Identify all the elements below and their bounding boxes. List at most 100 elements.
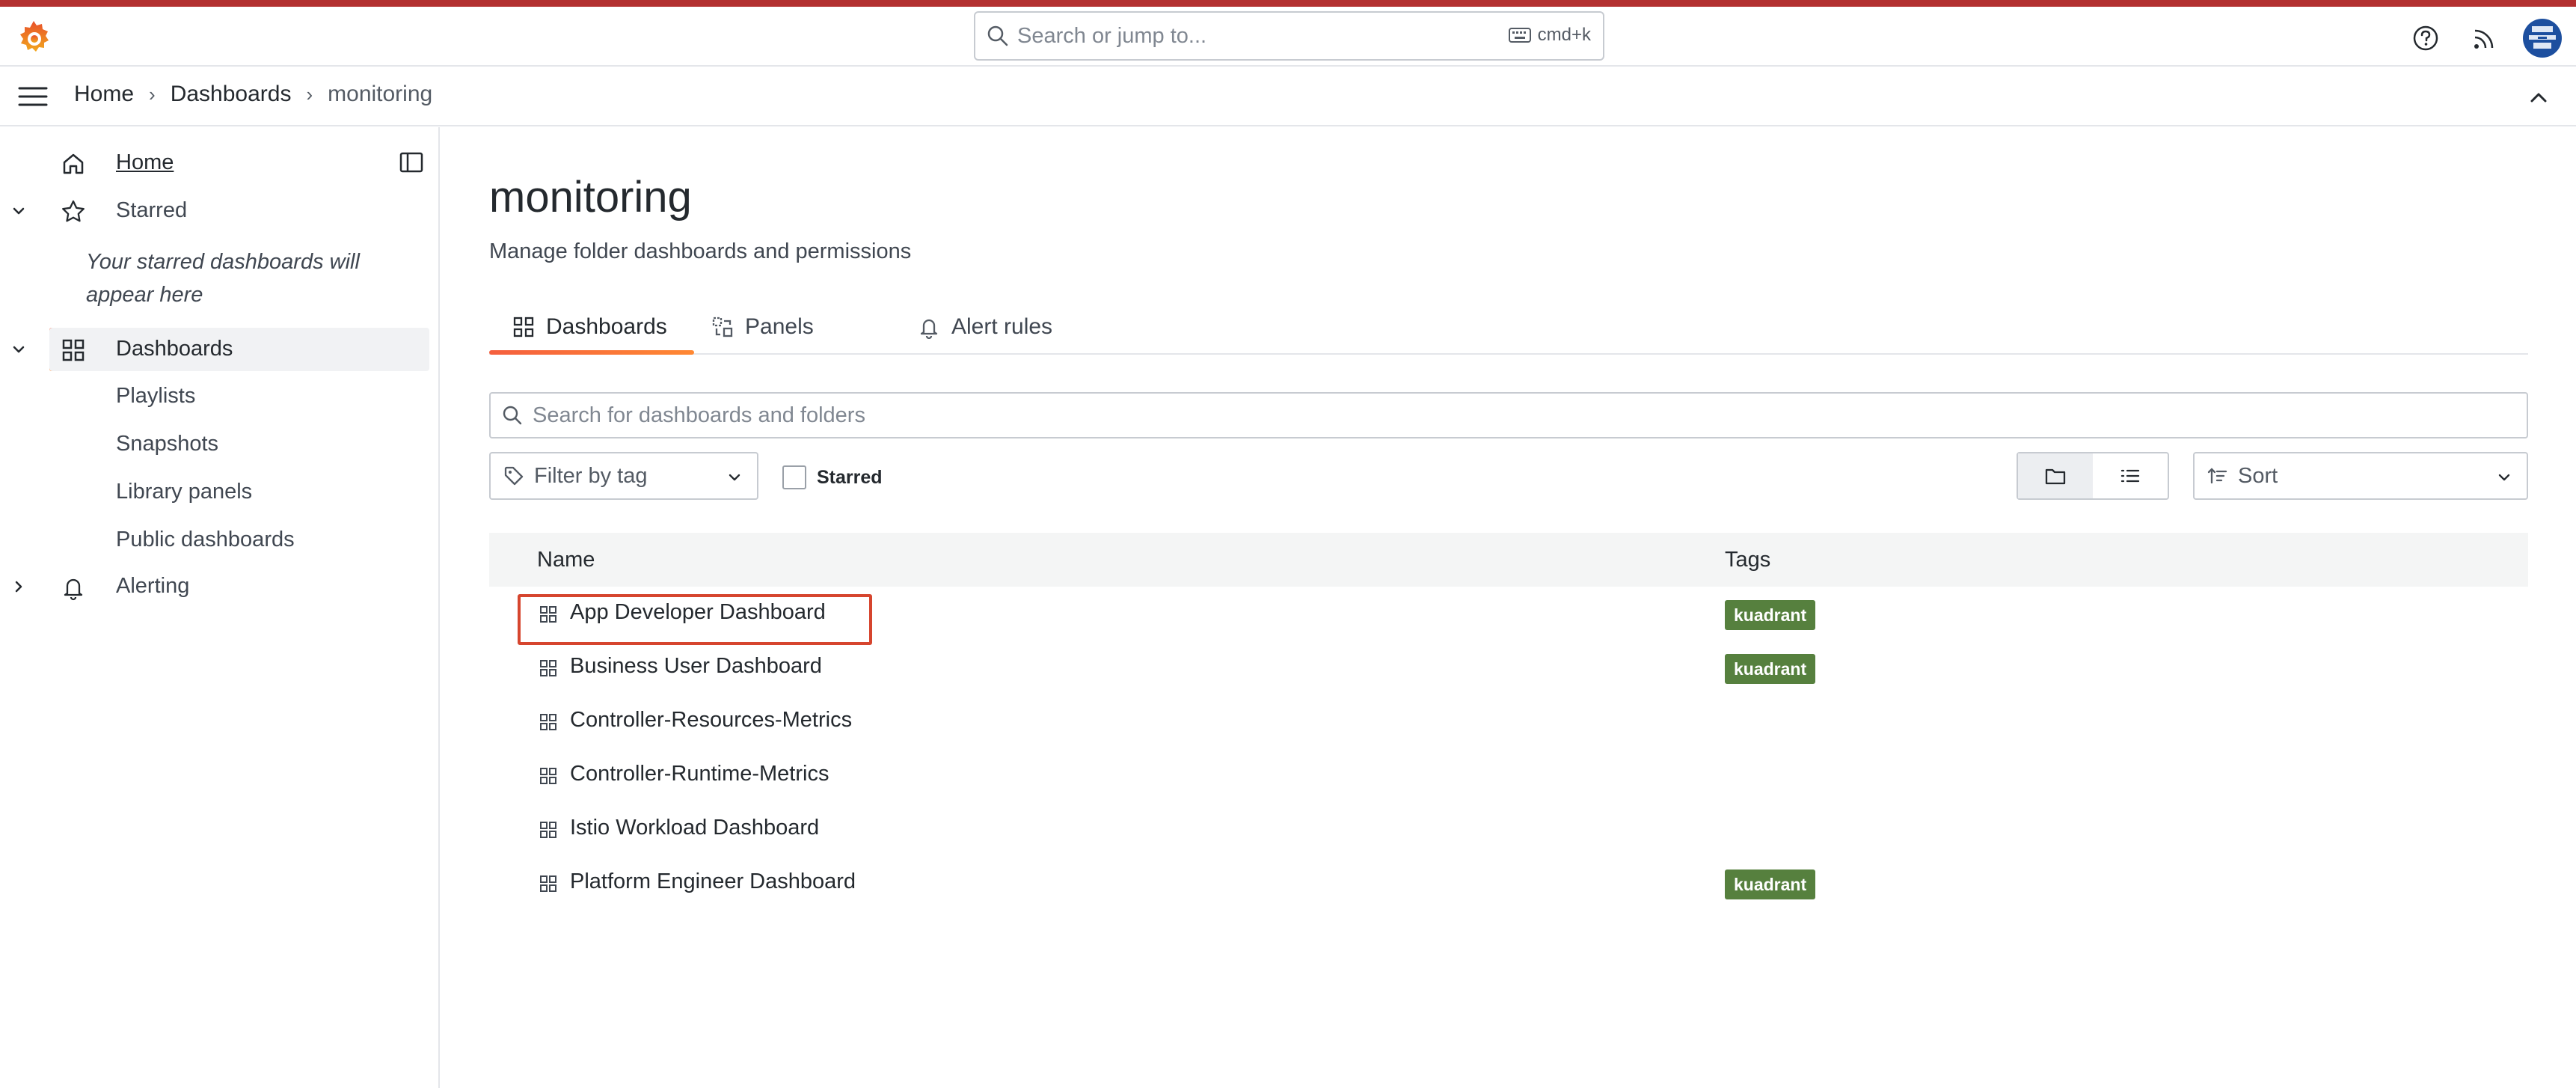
sidebar-item-library-panels[interactable]: Library panels [116,480,252,504]
sidebar-item-public-dashboards[interactable]: Public dashboards [116,528,295,552]
dashboard-grid-icon [540,714,556,730]
column-header-tags: Tags [1725,548,1771,572]
filter-by-tag-select[interactable]: Filter by tag [489,452,758,500]
bell-icon [64,578,83,601]
page-title: monitoring [489,173,692,221]
global-search-input[interactable] [1017,17,1481,55]
tag-badge[interactable]: kuadrant [1725,654,1816,684]
tab-panels[interactable]: Panels [711,299,814,355]
breadcrumb-dashboards[interactable]: Dashboards [171,82,292,107]
breadcrumb: Home › Dashboards › monitoring [74,82,432,107]
tab-label: Dashboards [546,314,667,339]
dashboard-grid-icon [540,660,556,676]
sidebar-nav: Home Starred Your starred dashboards wil… [0,127,440,1088]
starred-checkbox[interactable] [782,465,806,489]
dock-menu-icon[interactable] [399,150,424,175]
folder-tabs: Dashboards Panels Alert rules [489,299,2528,355]
folder-view-button[interactable] [2018,453,2093,498]
chevron-up-icon[interactable] [2525,85,2552,111]
panels-icon [712,317,733,337]
active-tab-underline [489,350,694,355]
sidebar-item-label: Alerting [116,574,190,598]
sort-select[interactable]: Sort [2193,452,2528,500]
table-row[interactable]: Business User Dashboard kuadrant [489,641,2528,694]
chevron-right-icon[interactable] [9,577,28,596]
tab-label: Panels [745,314,814,339]
tab-alert-rules[interactable]: Alert rules [917,299,1052,355]
breadcrumb-separator-icon: › [149,82,156,106]
avatar-pattern-icon [2529,26,2556,49]
sidebar-item-snapshots[interactable]: Snapshots [116,432,218,456]
column-header-name: Name [537,548,595,572]
hamburger-menu-icon[interactable] [16,83,49,110]
shortcut-hint: cmd+k [1508,25,1591,46]
tag-badge[interactable]: kuadrant [1725,870,1816,899]
shortcut-text: cmd+k [1537,25,1591,45]
dashboard-search[interactable] [489,392,2528,438]
home-icon [63,153,84,174]
search-icon [503,406,522,425]
table-row[interactable]: Controller-Runtime-Metrics [489,748,2528,802]
global-search[interactable]: cmd+k [974,11,1604,61]
sidebar-item-alerting[interactable]: Alerting [0,565,429,608]
dashboard-name-link[interactable]: Platform Engineer Dashboard [570,870,856,894]
tag-badge[interactable]: kuadrant [1725,600,1816,630]
tab-label: Alert rules [951,314,1053,339]
user-avatar[interactable] [2523,19,2562,58]
table-row[interactable]: Platform Engineer Dashboard kuadrant [489,856,2528,910]
chevron-down-icon[interactable] [9,340,28,359]
filter-by-tag-label: Filter by tag [534,463,648,488]
breadcrumb-separator-icon: › [306,82,313,106]
page-subtitle: Manage folder dashboards and permissions [489,239,912,263]
table-row[interactable]: Istio Workload Dashboard [489,802,2528,856]
top-bar: cmd+k [0,7,2576,67]
dashboard-name-link[interactable]: Controller-Runtime-Metrics [570,762,829,786]
view-mode-toggle [2017,452,2169,500]
dashboard-table: Name Tags App Developer Dashboard kuadra… [489,533,2528,910]
table-header: Name Tags [489,533,2528,587]
table-row[interactable]: Controller-Resources-Metrics [489,694,2528,748]
chevron-down-icon[interactable] [9,201,28,221]
search-icon [987,25,1008,46]
chevron-down-icon [729,474,740,481]
keyboard-icon [1508,28,1531,43]
breadcrumb-bar: Home › Dashboards › monitoring [0,67,2576,126]
dashboard-grid-icon [540,768,556,784]
dashboard-grid-icon [540,875,556,892]
sidebar-item-label: Dashboards [116,337,233,361]
chevron-down-icon [2498,474,2510,481]
help-icon[interactable] [2411,23,2441,53]
dashboard-grid-icon [540,822,556,838]
dashboards-grid-icon [513,317,534,337]
dashboard-name-link[interactable]: Istio Workload Dashboard [570,816,819,840]
tag-icon [504,466,524,486]
dashboard-name-link[interactable]: Business User Dashboard [570,654,822,679]
dashboard-name-link[interactable]: Controller-Resources-Metrics [570,708,852,733]
dashboard-search-input[interactable] [533,403,2477,428]
highlight-annotation [518,594,872,645]
tab-dashboards[interactable]: Dashboards [512,299,667,355]
sidebar-item-label: Home [116,150,174,174]
sort-icon [2207,468,2227,484]
starred-empty-message: Your starred dashboards will appear here [86,250,360,307]
sidebar-item-playlists[interactable]: Playlists [116,384,195,409]
star-icon [62,200,85,222]
bell-icon [920,319,938,339]
grafana-logo-icon[interactable] [15,19,52,56]
list-view-button[interactable] [2093,453,2168,498]
news-feed-icon[interactable] [2470,23,2500,53]
grafana-app: cmd+k Home › Dashboards › monitoring Hom… [0,0,2576,1088]
list-icon [2120,469,2140,483]
sidebar-item-label: Starred [116,198,188,222]
top-accent-line [0,0,2576,7]
starred-filter[interactable]: Starred [782,465,883,489]
dashboards-grid-icon [62,339,85,361]
sidebar-item-dashboards[interactable]: Dashboards [49,328,429,371]
sidebar-item-home[interactable]: Home [0,141,429,185]
sort-label: Sort [2238,463,2278,488]
breadcrumb-current: monitoring [328,82,433,106]
breadcrumb-home[interactable]: Home [74,82,134,107]
folder-icon [2045,468,2066,485]
sidebar-item-starred[interactable]: Starred [0,189,429,233]
starred-checkbox-label: Starred [817,466,883,488]
